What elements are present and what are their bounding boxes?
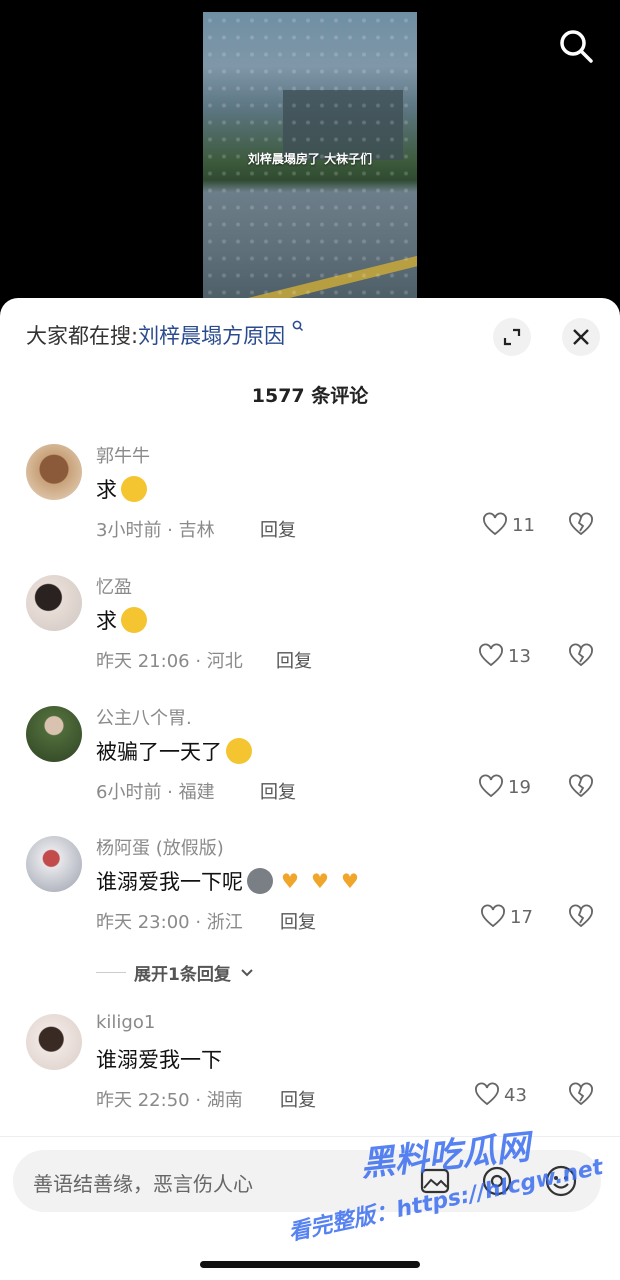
heart-icon — [479, 643, 503, 667]
close-icon — [573, 329, 589, 345]
heart-icon — [483, 512, 507, 536]
comment-meta: 6小时前 · 福建 — [96, 782, 215, 803]
reply-button[interactable]: 回复 — [260, 778, 296, 804]
comment-text-value: 求 — [96, 609, 117, 633]
trending-search[interactable]: 大家都在搜:刘梓晨塌方原因 — [26, 320, 304, 350]
comment-count: 1577 条评论 — [251, 385, 369, 407]
dislike-button[interactable] — [568, 904, 594, 934]
dislike-button[interactable] — [568, 774, 594, 804]
expand-replies-label: 展开1条回复 — [134, 965, 231, 985]
trending-prefix: 大家都在搜: — [26, 324, 139, 348]
like-button[interactable]: 19 — [478, 774, 531, 800]
comment-username[interactable]: 杨阿蛋 (放假版) — [96, 834, 224, 860]
crying-emoji-icon — [121, 607, 147, 633]
expand-button[interactable] — [493, 318, 531, 356]
avatar[interactable] — [26, 1014, 82, 1070]
pleading-emoji-icon — [121, 476, 147, 502]
search-button[interactable] — [556, 26, 596, 66]
expand-icon — [503, 328, 521, 346]
comment-meta: 3小时前 · 吉林 — [96, 520, 215, 541]
like-button[interactable]: 13 — [478, 643, 531, 669]
comment-text-value: 谁溺爱我一下呢 — [96, 870, 243, 894]
comment-text: 谁溺爱我一下呢 ♥ ♥ ♥ — [96, 866, 363, 896]
divider-line — [96, 972, 126, 973]
reply-button[interactable]: 回复 — [280, 1086, 316, 1112]
comment-meta: 昨天 23:00 · 浙江 — [96, 912, 243, 933]
reply-button[interactable]: 回复 — [276, 647, 312, 673]
comment-username[interactable]: 忆盈 — [96, 573, 132, 599]
broken-heart-icon — [569, 1082, 593, 1106]
heart-icon — [475, 1082, 499, 1106]
comment-username[interactable]: 郭牛牛 — [96, 442, 150, 468]
comment-text-value: 被骗了一天了 — [96, 740, 222, 764]
like-count: 11 — [512, 514, 535, 536]
avatar[interactable] — [26, 706, 82, 762]
reply-button[interactable]: 回复 — [260, 516, 296, 542]
comment-input-placeholder: 善语结善缘，恶言伤人心 — [33, 1172, 253, 1196]
comment-text-value: 谁溺爱我一下 — [96, 1048, 222, 1072]
home-indicator — [200, 1261, 420, 1268]
finger-heart-icon: ♥ — [341, 869, 359, 893]
expand-replies-button[interactable]: 展开1条回复 — [96, 960, 255, 985]
like-button[interactable]: 43 — [474, 1082, 527, 1108]
like-count: 17 — [510, 906, 533, 928]
dog-emoji-icon — [247, 868, 273, 894]
close-button[interactable] — [562, 318, 600, 356]
avatar[interactable] — [26, 444, 82, 500]
like-button[interactable]: 11 — [482, 512, 535, 538]
comment-username[interactable]: kiligo1 — [96, 1012, 155, 1033]
chevron-down-icon — [241, 968, 253, 976]
finger-heart-icon: ♥ — [311, 869, 329, 893]
avatar[interactable] — [26, 836, 82, 892]
comment-meta: 昨天 21:06 · 河北 — [96, 651, 243, 672]
comment-username[interactable]: 公主八个胃. — [96, 704, 192, 730]
trending-query[interactable]: 刘梓晨塌方原因 — [138, 324, 285, 348]
heart-icon — [481, 904, 505, 928]
video-overlay-text: 刘梓晨塌房了 大袜子们 — [247, 152, 373, 166]
comment-text: 谁溺爱我一下 — [96, 1044, 222, 1074]
crying-emoji-icon — [226, 738, 252, 764]
reply-button[interactable]: 回复 — [280, 908, 316, 934]
video-area[interactable]: 刘梓晨塌房了 大袜子们 — [0, 0, 620, 320]
comment-text-value: 求 — [96, 478, 117, 502]
broken-heart-icon — [569, 512, 593, 536]
comment-text: 求 — [96, 605, 147, 635]
dislike-button[interactable] — [568, 1082, 594, 1112]
video-thumbnail[interactable]: 刘梓晨塌房了 大袜子们 — [203, 12, 417, 312]
like-count: 43 — [504, 1084, 527, 1106]
heart-icon — [479, 774, 503, 798]
like-button[interactable]: 17 — [480, 904, 533, 930]
comment-text: 求 — [96, 474, 147, 504]
search-small-icon — [292, 320, 303, 332]
avatar[interactable] — [26, 575, 82, 631]
broken-heart-icon — [569, 904, 593, 928]
dislike-button[interactable] — [568, 512, 594, 542]
broken-heart-icon — [569, 774, 593, 798]
like-count: 19 — [508, 776, 531, 798]
like-count: 13 — [508, 645, 531, 667]
broken-heart-icon — [569, 643, 593, 667]
comment-meta: 昨天 22:50 · 湖南 — [96, 1090, 243, 1111]
finger-heart-icon: ♥ — [281, 869, 299, 893]
dislike-button[interactable] — [568, 643, 594, 673]
search-icon — [560, 30, 593, 63]
comment-text: 被骗了一天了 — [96, 736, 252, 766]
